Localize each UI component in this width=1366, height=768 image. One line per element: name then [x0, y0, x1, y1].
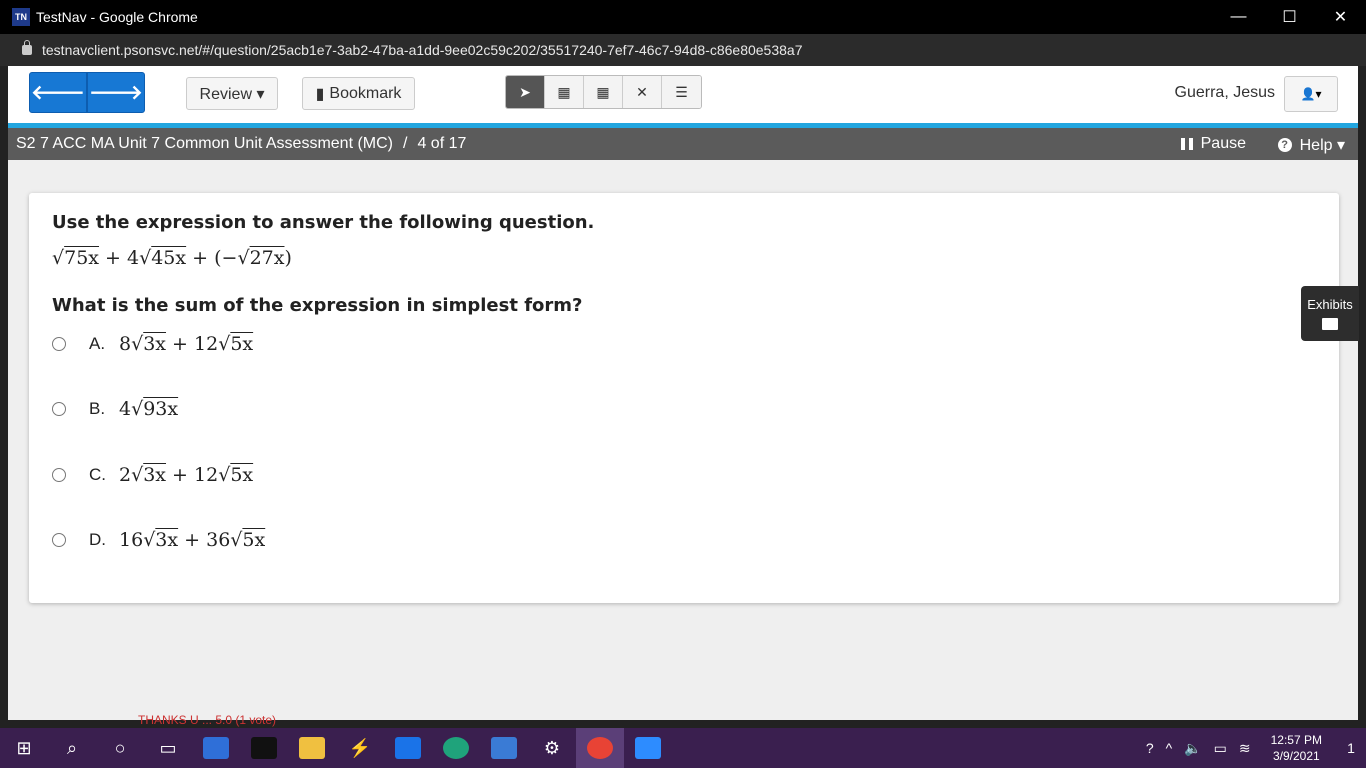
- battery-icon[interactable]: ▭: [1214, 740, 1227, 757]
- help-label: Help ▾: [1299, 137, 1345, 154]
- start-icon[interactable]: ⊞: [0, 728, 48, 768]
- chevron-up-icon[interactable]: ^: [1166, 740, 1173, 756]
- choice-expression: 8√3x + 12√5x: [119, 333, 254, 355]
- minimize-button[interactable]: —: [1213, 0, 1264, 34]
- question-card: Use the expression to answer the followi…: [29, 193, 1339, 603]
- test-title: S2 7 ACC MA Unit 7 Common Unit Assessmen…: [16, 135, 393, 152]
- browser-title-bar: TN TestNav - Google Chrome — ☐ ✕: [0, 0, 1366, 34]
- url-text[interactable]: testnavclient.psonsvc.net/#/question/25a…: [42, 42, 802, 58]
- background-page-bleed: THANKS U ... 5.0 (1 vote): [138, 713, 277, 727]
- title-separator: /: [403, 135, 408, 152]
- window-title: TestNav - Google Chrome: [36, 9, 198, 25]
- radio-button[interactable]: [52, 337, 66, 351]
- cortana-icon[interactable]: ○: [96, 728, 144, 768]
- pointer-icon[interactable]: ➤: [506, 76, 545, 108]
- zoom-icon[interactable]: [624, 728, 672, 768]
- answer-choice-d[interactable]: D. 16√3x + 36√5x: [52, 525, 265, 555]
- bookmark-icon: ▮: [315, 85, 325, 103]
- choice-expression: 16√3x + 36√5x: [119, 529, 266, 551]
- calculator-icon[interactable]: ▦: [545, 76, 584, 108]
- close-button[interactable]: ✕: [1315, 0, 1366, 34]
- toolbar: 🡐 🡒 Review ▾ ▮ Bookmark ➤ ▦ ▦ ✕ ☰ Guerra…: [8, 66, 1358, 123]
- pause-label: Pause: [1200, 135, 1246, 152]
- wifi-icon[interactable]: ≋: [1239, 740, 1251, 757]
- testnav-app: 🡐 🡒 Review ▾ ▮ Bookmark ➤ ▦ ▦ ✕ ☰ Guerra…: [8, 66, 1359, 727]
- folder-icon: [1322, 318, 1338, 330]
- store-icon[interactable]: [192, 728, 240, 768]
- next-question-button[interactable]: 🡒: [87, 72, 145, 113]
- scientific-calculator-icon[interactable]: ▦: [584, 76, 623, 108]
- user-name: Guerra, Jesus: [1174, 84, 1275, 101]
- radio-button[interactable]: [52, 468, 66, 482]
- chrome-icon[interactable]: [576, 728, 624, 768]
- system-tray: ? ^ 🔈 ▭ ≋ 12:57 PM 3/9/2021 1: [1140, 728, 1366, 768]
- lock-icon: [22, 40, 32, 55]
- answer-choice-a[interactable]: A. 8√3x + 12√5x: [52, 329, 253, 359]
- maximize-button[interactable]: ☐: [1264, 0, 1315, 34]
- testnav-app-icon: TN: [12, 8, 30, 26]
- question-progress: 4 of 17: [417, 135, 467, 152]
- edge-icon[interactable]: [432, 728, 480, 768]
- exhibits-tab[interactable]: Exhibits: [1301, 286, 1359, 341]
- app-icon[interactable]: ⚡: [336, 728, 384, 768]
- user-icon: 👤▾: [1300, 87, 1322, 101]
- question-expression: √75x + 4√45x + (−√27x): [52, 247, 292, 269]
- user-menu-button[interactable]: 👤▾: [1284, 76, 1338, 112]
- choice-letter: A.: [89, 334, 106, 353]
- task-view-icon[interactable]: ▭: [144, 728, 192, 768]
- help-icon: ?: [1277, 138, 1292, 152]
- amazon-icon[interactable]: [240, 728, 288, 768]
- volume-icon[interactable]: 🔈: [1184, 740, 1201, 757]
- clock-time: 12:57 PM: [1270, 733, 1322, 747]
- answer-choice-b[interactable]: B. 4√93x: [52, 394, 178, 424]
- help-button[interactable]: ? Help ▾: [1277, 135, 1345, 155]
- choice-letter: B.: [89, 399, 106, 418]
- answer-choice-c[interactable]: C. 2√3x + 12√5x: [52, 460, 253, 490]
- previous-question-button[interactable]: 🡐: [29, 72, 87, 113]
- choice-expression: 2√3x + 12√5x: [119, 464, 254, 486]
- choice-letter: D.: [89, 530, 106, 549]
- radio-button[interactable]: [52, 402, 66, 416]
- file-explorer-icon[interactable]: [288, 728, 336, 768]
- review-button[interactable]: Review ▾: [186, 77, 278, 110]
- choice-letter: C.: [89, 465, 106, 484]
- clock[interactable]: 12:57 PM 3/9/2021: [1271, 732, 1322, 764]
- radio-button[interactable]: [52, 533, 66, 547]
- search-icon[interactable]: ⌕: [48, 728, 96, 768]
- window-controls: — ☐ ✕: [1213, 0, 1366, 34]
- mail-icon[interactable]: [384, 728, 432, 768]
- help-tray-icon[interactable]: ?: [1146, 740, 1154, 756]
- exhibits-label: Exhibits: [1307, 297, 1353, 312]
- choice-expression: 4√93x: [119, 398, 179, 420]
- bookmark-label: Bookmark: [329, 84, 402, 102]
- pause-button[interactable]: Pause: [1180, 135, 1246, 153]
- notepad-icon[interactable]: ☰: [662, 76, 701, 108]
- address-bar[interactable]: testnavclient.psonsvc.net/#/question/25a…: [0, 34, 1366, 66]
- notification-icon[interactable]: 1: [1336, 740, 1366, 756]
- pause-icon: [1180, 138, 1193, 150]
- answer-eliminator-icon[interactable]: ✕: [623, 76, 662, 108]
- tool-group: ➤ ▦ ▦ ✕ ☰: [505, 75, 702, 109]
- question-instruction: Use the expression to answer the followi…: [52, 212, 595, 233]
- settings-icon[interactable]: ⚙: [528, 728, 576, 768]
- windows-taskbar: ⊞ ⌕ ○ ▭ ⚡ ⚙ ? ^ 🔈 ▭ ≋ 12:57 PM 3/9/2021 …: [0, 728, 1366, 768]
- question-prompt: What is the sum of the expression in sim…: [52, 295, 583, 316]
- test-header: S2 7 ACC MA Unit 7 Common Unit Assessmen…: [8, 128, 1358, 160]
- bookmark-button[interactable]: ▮ Bookmark: [302, 77, 415, 110]
- control-panel-icon[interactable]: [480, 728, 528, 768]
- clock-date: 3/9/2021: [1272, 749, 1320, 763]
